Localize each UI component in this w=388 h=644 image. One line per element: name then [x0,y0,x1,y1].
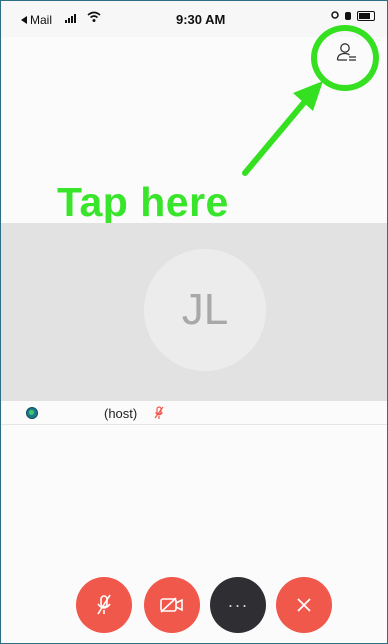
avatar: JL [144,249,266,371]
mic-off-icon [97,594,111,615]
meeting-screen: Mail 9:30 AM Tap here JL (host) ··· [0,0,388,644]
close-icon [297,598,311,612]
participant-row[interactable]: (host) [1,402,387,425]
avatar-initials: JL [181,285,229,334]
mute-mic-button[interactable] [76,577,132,633]
presence-icon [26,407,38,419]
mic-muted-icon [154,406,164,419]
more-dots-icon: ··· [227,595,249,615]
more-options-button[interactable]: ··· [210,577,266,633]
stop-video-button[interactable] [144,577,200,633]
annotation-tap-here: Tap here [57,179,229,225]
host-label: (host) [104,406,138,421]
leave-call-button[interactable] [276,577,332,633]
video-off-icon [160,597,183,613]
call-controls: ··· [1,577,387,633]
